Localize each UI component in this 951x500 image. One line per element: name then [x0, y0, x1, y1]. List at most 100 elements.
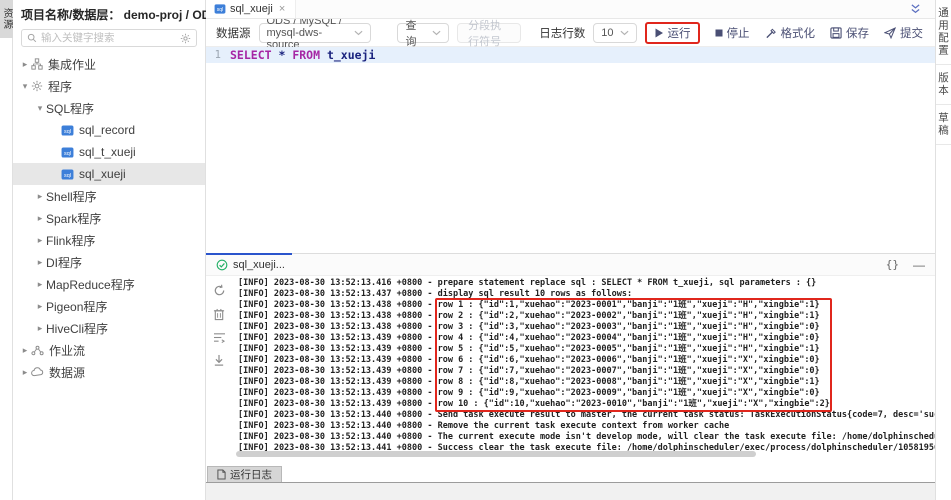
expand-arrow-icon[interactable]: ▸: [34, 323, 46, 334]
expand-arrow-icon[interactable]: ▸: [34, 279, 46, 290]
expand-arrow-icon[interactable]: ▸: [34, 235, 46, 246]
tree-item[interactable]: ▸ 作业流: [13, 339, 205, 361]
expand-arrow-icon[interactable]: ▾: [19, 81, 31, 92]
tree-item[interactable]: sqlsql_record: [13, 119, 205, 141]
tree-item[interactable]: ▸Shell程序: [13, 185, 205, 207]
datasource-select[interactable]: ODS / MySQL / mysql-dws-source: [259, 23, 372, 43]
log-line: [INFO] 2023-08-30 13:52:13.438 +0800 - r…: [238, 300, 935, 311]
log-line: [INFO] 2023-08-30 13:52:13.440 +0800 - S…: [238, 410, 935, 421]
chevron-down-icon: [354, 30, 363, 36]
expand-arrow-icon[interactable]: ▸: [19, 367, 31, 378]
svg-text:sql: sql: [64, 172, 71, 178]
tree-item-label: DI程序: [46, 254, 82, 271]
tab-sql-xueji[interactable]: sql sql_xueji ×: [206, 0, 296, 18]
toolbar-actions: 运行 停止 格式化: [645, 22, 926, 44]
tree-item[interactable]: sql sql_t_xueji: [13, 141, 205, 163]
datasource-value: ODS / MySQL / mysql-dws-source: [267, 15, 349, 51]
download-icon[interactable]: [213, 354, 225, 367]
tree-item-label: MapReduce程序: [46, 276, 135, 293]
tab-close-icon[interactable]: ×: [279, 3, 285, 15]
tree-item[interactable]: ▾ 程序: [13, 75, 205, 97]
svg-text:sql: sql: [64, 128, 71, 134]
submit-button[interactable]: 提交: [884, 25, 923, 41]
success-check-icon: [216, 259, 228, 271]
search-input[interactable]: [41, 32, 176, 44]
tree-item-label: sql_t_xueji: [79, 145, 136, 159]
app-window: 资源 项目名称/数据层： demo-proj / ODS ▸集成作业▾程序▾SQ…: [0, 0, 951, 500]
expand-arrow-icon[interactable]: ▸: [19, 345, 31, 356]
code-braces-icon[interactable]: {}: [886, 258, 899, 271]
run-log-tab[interactable]: 运行日志: [207, 466, 282, 482]
format-button[interactable]: 格式化: [765, 25, 816, 41]
sql-editor[interactable]: 1 SELECT * FROM t_xueji: [206, 47, 935, 253]
expand-arrow-icon[interactable]: ▸: [34, 191, 46, 202]
log-line: [INFO] 2023-08-30 13:52:13.440 +0800 - T…: [238, 432, 935, 443]
tree-item[interactable]: ▸数据源: [13, 361, 205, 383]
run-button[interactable]: 运行: [654, 25, 691, 41]
minimize-icon[interactable]: —: [913, 259, 925, 271]
svg-text:sql: sql: [217, 7, 223, 13]
query-mode-select[interactable]: 查询: [397, 23, 449, 43]
save-button[interactable]: 保存: [830, 25, 869, 41]
collapse-double-chevron-icon[interactable]: [910, 4, 921, 14]
tab-label: sql_xueji: [230, 3, 273, 15]
expand-arrow-icon[interactable]: ▸: [34, 257, 46, 268]
log-line: [INFO] 2023-08-30 13:52:13.440 +0800 - R…: [238, 421, 935, 432]
tab-draft[interactable]: 草稿: [936, 105, 951, 145]
tree-item-label: 作业流: [49, 342, 85, 359]
stop-button[interactable]: 停止: [715, 25, 750, 41]
sidebar: 项目名称/数据层： demo-proj / ODS ▸集成作业▾程序▾SQL程序…: [13, 0, 206, 500]
log-output[interactable]: [INFO] 2023-08-30 13:52:13.416 +0800 - p…: [232, 276, 935, 465]
log-rows-select[interactable]: 10: [593, 23, 636, 43]
search-settings-gear-icon[interactable]: [180, 33, 191, 44]
expand-arrow-icon[interactable]: ▸: [34, 213, 46, 224]
tree-item-label: Flink程序: [46, 232, 95, 249]
document-icon: [217, 469, 226, 480]
flow-icon: [31, 345, 44, 356]
resource-strip: 资源: [0, 0, 13, 500]
tree-item[interactable]: ▸ 集成作业: [13, 53, 205, 75]
bottom-tabrow: 运行日志: [206, 465, 935, 483]
log-result-tab-label: sql_xueji...: [233, 259, 285, 271]
clear-trash-icon[interactable]: [213, 308, 225, 321]
chevron-down-icon: [620, 30, 629, 36]
run-log-tab-label: 运行日志: [230, 467, 272, 482]
tab-version[interactable]: 版本: [936, 65, 951, 105]
tree-item[interactable]: ▸DI程序: [13, 251, 205, 273]
refresh-icon[interactable]: [213, 284, 226, 297]
tree-item[interactable]: ▸Flink程序: [13, 229, 205, 251]
tree-item[interactable]: ▾SQL程序: [13, 97, 205, 119]
tree-item[interactable]: ▸Pigeon程序: [13, 295, 205, 317]
tree-item-label: 集成作业: [48, 56, 96, 73]
line-number: 1: [206, 49, 230, 61]
log-line: [INFO] 2023-08-30 13:52:13.439 +0800 - r…: [238, 377, 935, 388]
segment-execute-button[interactable]: 分段执行符号: [457, 23, 521, 43]
wrap-lines-icon[interactable]: [213, 332, 226, 343]
editor-tabbar: sql sql_xueji ×: [206, 0, 935, 19]
tree-item[interactable]: ▸MapReduce程序: [13, 273, 205, 295]
tree-item[interactable]: ▸Spark程序: [13, 207, 205, 229]
sql-icon: sql: [61, 147, 74, 158]
expand-arrow-icon[interactable]: ▸: [19, 59, 31, 70]
log-horizontal-scrollbar[interactable]: [236, 451, 756, 457]
expand-arrow-icon[interactable]: ▸: [34, 301, 46, 312]
tree-item-label: 程序: [48, 78, 72, 95]
tree-item[interactable]: ▸HiveCli程序: [13, 317, 205, 339]
resource-vertical-tab[interactable]: 资源: [0, 0, 13, 38]
right-panel-strip: 通用配置 版本 草稿: [935, 0, 951, 500]
log-line: [INFO] 2023-08-30 13:52:13.439 +0800 - r…: [238, 388, 935, 399]
log-line: [INFO] 2023-08-30 13:52:13.439 +0800 - r…: [238, 333, 935, 344]
log-panel: sql_xueji... {} —: [206, 253, 935, 465]
tab-general-config[interactable]: 通用配置: [936, 0, 951, 65]
log-icon-column: [206, 276, 232, 465]
play-icon: [654, 28, 664, 38]
query-mode-value: 查询: [405, 17, 426, 49]
log-result-tab[interactable]: sql_xueji...: [216, 259, 285, 271]
expand-arrow-icon[interactable]: ▾: [34, 103, 46, 114]
cloud-icon: [31, 367, 44, 377]
log-line: [INFO] 2023-08-30 13:52:13.439 +0800 - r…: [238, 355, 935, 366]
format-brush-icon: [765, 27, 777, 39]
tree-item[interactable]: sqlsql_xueji: [13, 163, 205, 185]
tree-item-label: Spark程序: [46, 210, 101, 227]
search-box[interactable]: [21, 29, 197, 47]
